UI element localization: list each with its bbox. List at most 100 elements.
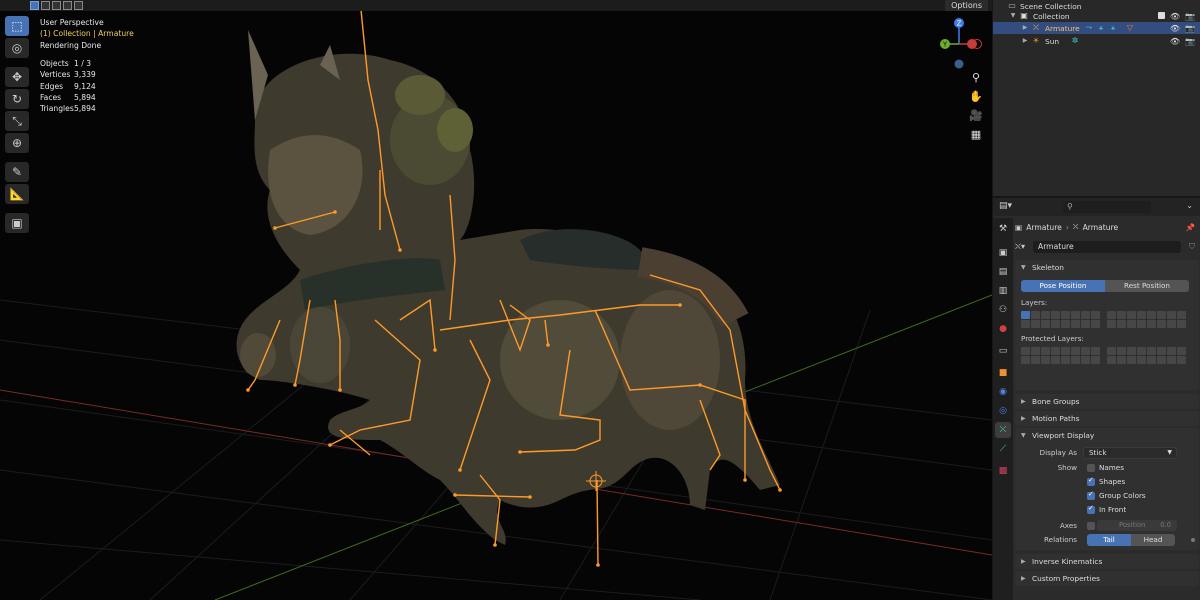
pose-icon[interactable]: ⚹ <box>1097 24 1105 32</box>
chevron-right-icon: › <box>1065 222 1069 232</box>
options-dropdown[interactable]: Options <box>945 0 988 11</box>
keyframe-dot-icon[interactable] <box>1191 538 1195 542</box>
annotate-icon[interactable]: ✎ <box>5 162 29 182</box>
scale-icon[interactable]: ⤡ <box>5 111 29 131</box>
outliner-row-sun[interactable]: ▶ ☀ Sun ✲ 👁 📷 <box>993 35 1200 47</box>
render-tab-icon[interactable]: ▣ <box>995 245 1011 261</box>
collection-tab-icon[interactable]: ▭ <box>995 343 1011 359</box>
axes-checkbox[interactable] <box>1087 522 1095 530</box>
search-icon: ⚲ <box>1067 202 1073 211</box>
protected-layers-grid-left[interactable] <box>1021 347 1100 364</box>
eye-icon[interactable]: 👁 <box>1170 37 1180 46</box>
outliner-row-armature[interactable]: ▶ ⛌ Armature ⤳ ⚹ ⚹ ▽ 👁 📷 <box>993 22 1200 34</box>
properties-editor: ▤▾ ⚲ ⌄ ⚒ ▣ ▤ ▥ ⚇ ● ▭ ■ ◉ ◎ ⛌ ⟋ ▩ ▣ Armat… <box>992 196 1200 600</box>
expand-arrow-icon[interactable]: ▼ <box>1009 12 1017 20</box>
texture-tab-icon[interactable]: ▩ <box>995 463 1011 479</box>
expand-arrow-icon[interactable]: ▶ <box>1021 24 1029 32</box>
armature-name-field[interactable]: Armature <box>1033 241 1181 253</box>
shapes-checkbox[interactable] <box>1087 476 1095 486</box>
expand-arrow-icon[interactable]: ▶ <box>1021 37 1029 45</box>
scene-statistics: Objects 1 / 3 Vertices 3,339 Edges 9,124 Fa… <box>40 58 96 114</box>
select-invert-icon[interactable] <box>63 1 72 10</box>
bone-icon[interactable]: ⚹ <box>1109 24 1117 32</box>
grid-view-icon[interactable]: ▦ <box>968 127 984 141</box>
selection-mode-buttons[interactable] <box>30 1 83 10</box>
measure-icon[interactable]: 📐 <box>5 184 29 204</box>
world-tab-icon[interactable]: ● <box>995 321 1011 337</box>
armature-data-tab-icon[interactable]: ⛌ <box>995 422 1011 438</box>
chevron-down-icon: ▼ <box>1167 449 1172 456</box>
armature-icon: ⛌ <box>1072 222 1079 231</box>
select-subtract-icon[interactable] <box>52 1 61 10</box>
viewport-display-header[interactable]: ▼ Viewport Display <box>1015 428 1199 443</box>
bone-tab-icon[interactable]: ⟋ <box>995 441 1011 457</box>
add-cube-icon[interactable]: ▣ <box>5 213 29 233</box>
sun-data-icon[interactable]: ✲ <box>1071 37 1079 45</box>
view-layer-tab-icon[interactable]: ▥ <box>995 283 1011 299</box>
pan-hand-icon[interactable]: ✋ <box>968 89 984 103</box>
breadcrumb-data: Armature <box>1082 222 1119 232</box>
select-box-icon[interactable]: ⬚ <box>5 16 29 36</box>
select-extend-icon[interactable] <box>41 1 50 10</box>
properties-search-input[interactable]: ⚲ <box>1063 201 1151 213</box>
physics-tab-icon[interactable]: ◎ <box>995 403 1011 419</box>
breadcrumb: ▣ Armature › ⛌ Armature 📌 <box>1015 218 1199 236</box>
display-as-dropdown[interactable]: Stick ▼ <box>1083 447 1177 459</box>
move-icon[interactable]: ✥ <box>5 67 29 87</box>
row-toggles: 👁 📷 <box>1170 24 1195 33</box>
object-icon: ▣ <box>1015 222 1023 232</box>
protected-layers-grid-right[interactable] <box>1107 347 1186 364</box>
skeleton-panel-header[interactable]: ▼ Skeleton <box>1015 260 1199 275</box>
cursor-icon[interactable]: ◎ <box>5 38 29 58</box>
zoom-icon[interactable]: ⚲ <box>968 70 984 84</box>
in-front-checkbox[interactable] <box>1087 504 1095 514</box>
rotate-icon[interactable]: ↻ <box>5 89 29 109</box>
head-button[interactable]: Head <box>1131 534 1175 546</box>
exclude-checkbox[interactable] <box>1157 11 1165 19</box>
axes-position-field[interactable]: Position 0.0 <box>1097 520 1177 531</box>
layers-grid-right[interactable] <box>1107 311 1186 328</box>
fake-user-shield-icon[interactable]: ⛉ <box>1189 242 1195 252</box>
eye-icon[interactable]: 👁 <box>1170 12 1180 21</box>
bone-groups-panel[interactable]: ▶ Bone Groups <box>1015 394 1199 409</box>
motion-paths-panel[interactable]: ▶ Motion Paths <box>1015 411 1199 426</box>
pose-position-button[interactable]: Pose Position <box>1021 280 1105 292</box>
modifier-icon[interactable]: ▽ <box>1126 24 1134 32</box>
layers-grid-left[interactable] <box>1021 311 1100 328</box>
tail-button[interactable]: Tail <box>1087 534 1131 546</box>
inverse-kinematics-panel[interactable]: ▶ Inverse Kinematics <box>1015 554 1199 569</box>
in-front-row: In Front <box>1015 504 1199 517</box>
camera-render-icon[interactable]: 📷 <box>1185 37 1195 46</box>
group-colors-checkbox[interactable] <box>1087 490 1095 500</box>
armature-datablock-icon[interactable]: ⛌▾ <box>1015 242 1025 252</box>
constraints-tab-icon[interactable]: ◉ <box>995 384 1011 400</box>
camera-render-icon[interactable]: 📷 <box>1185 12 1195 21</box>
rest-position-button[interactable]: Rest Position <box>1105 280 1189 292</box>
pose-rest-toggle[interactable]: Pose Position Rest Position <box>1021 280 1189 292</box>
expand-arrow-icon: ▶ <box>1021 558 1026 565</box>
object-tab-icon[interactable]: ■ <box>995 365 1011 381</box>
outliner-row-collection[interactable]: ▼ ▣ Collection 👁 📷 <box>993 10 1200 22</box>
names-checkbox[interactable] <box>1087 464 1095 472</box>
transform-icon[interactable]: ⊕ <box>5 133 29 153</box>
chevron-down-icon[interactable]: ⌄ <box>1186 201 1193 210</box>
output-tab-icon[interactable]: ▤ <box>995 264 1011 280</box>
viewport-header: Options <box>0 0 992 11</box>
navigation-gizmo[interactable]: Z Y <box>935 16 985 72</box>
custom-properties-panel[interactable]: ▶ Custom Properties <box>1015 571 1199 586</box>
tool-shelf: ⬚ ◎ ✥ ↻ ⤡ ⊕ ✎ 📐 ▣ <box>5 16 29 233</box>
select-intersect-icon[interactable] <box>74 1 83 10</box>
scene-tab-icon[interactable]: ⚇ <box>995 302 1011 318</box>
select-new-icon[interactable] <box>30 1 39 10</box>
tool-tab-icon[interactable]: ⚒ <box>995 221 1011 237</box>
armature-data-icon[interactable]: ⤳ <box>1085 24 1093 32</box>
stat-row: Triangles 5,894 <box>40 104 96 114</box>
pin-icon[interactable]: 📌 <box>1186 223 1195 232</box>
camera-render-icon[interactable]: 📷 <box>1185 24 1195 33</box>
3d-viewport[interactable]: Options ⬚ ◎ ✥ ↻ ⤡ ⊕ ✎ 📐 ▣ User Perspecti… <box>0 0 992 600</box>
relations-toggle[interactable]: Tail Head <box>1087 534 1175 546</box>
eye-icon[interactable]: 👁 <box>1170 24 1180 33</box>
editor-type-icon[interactable]: ▤▾ <box>999 201 1012 211</box>
camera-icon[interactable]: 🎥 <box>968 108 984 122</box>
scene-canvas[interactable] <box>0 0 992 600</box>
